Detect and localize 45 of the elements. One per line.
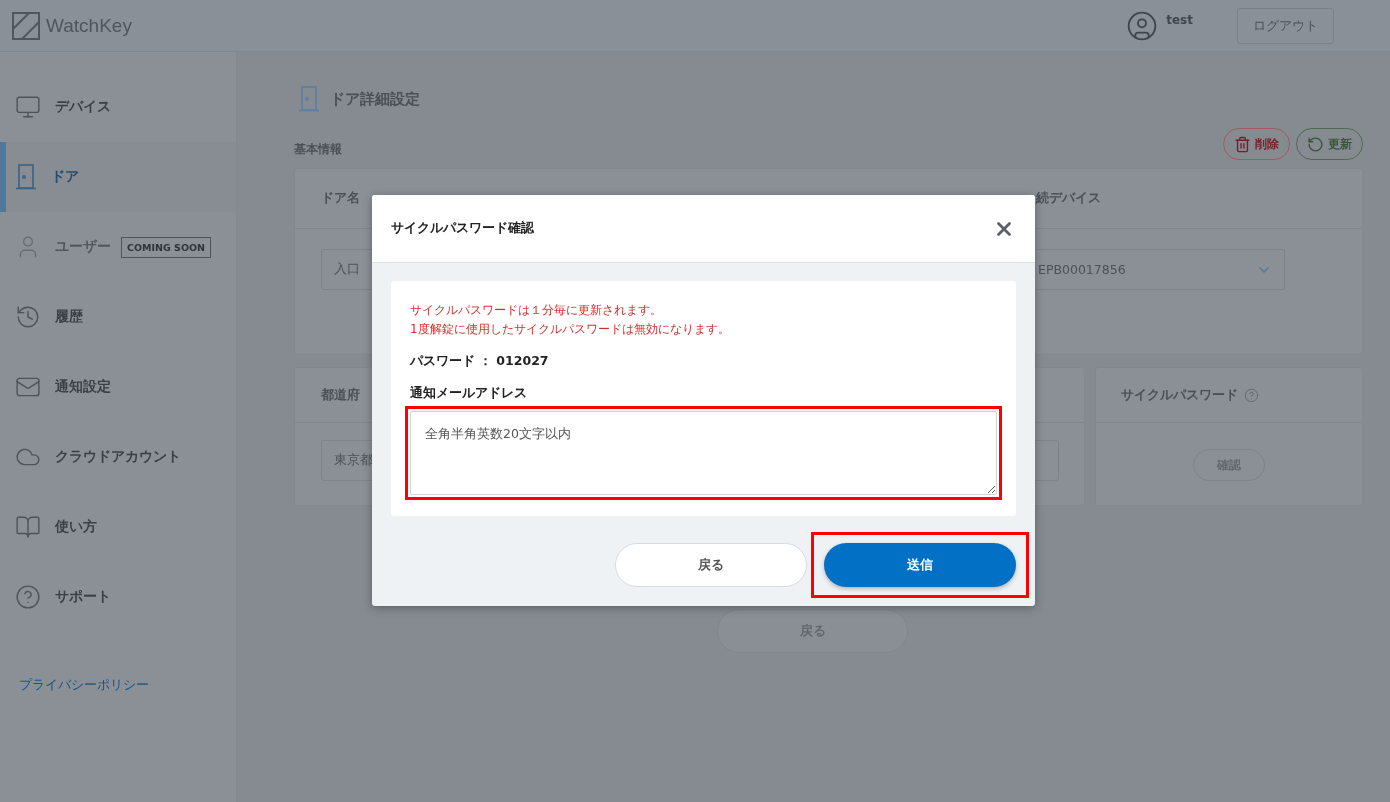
send-button[interactable]: 送信	[824, 543, 1016, 587]
sidebar-item[interactable]: サポート	[0, 562, 236, 632]
sidebar-item[interactable]: 履歴	[0, 282, 236, 352]
sidebar-label: クラウドアカウント	[55, 448, 181, 466]
page-title: ドア詳細設定	[330, 89, 420, 109]
book-icon	[15, 514, 41, 540]
door-icon	[15, 164, 37, 190]
trash-icon	[1234, 135, 1251, 153]
help-icon[interactable]	[1244, 387, 1259, 403]
field-label: サイクルパスワード	[1121, 386, 1238, 404]
coming-soon-badge: COMING SOON	[121, 236, 212, 258]
logo-icon	[12, 11, 40, 40]
sidebar-item[interactable]: 通知設定	[0, 352, 236, 422]
password-value: 012027	[496, 353, 549, 370]
sidebar-label: デバイス	[55, 98, 111, 116]
section-title: 基本情報	[294, 141, 343, 158]
field-label: ドア名	[320, 190, 360, 207]
avatar-icon[interactable]	[1126, 9, 1159, 42]
user-name: test	[1166, 12, 1193, 27]
notice-text: 1度解錠に使用したサイクルパスワードは無効になります。	[410, 321, 731, 338]
sidebar-item[interactable]: クラウドアカウント	[0, 422, 236, 492]
field-label: 続デバイス	[1036, 190, 1101, 207]
modal-title: サイクルパスワード確認	[391, 220, 534, 237]
field-label: 通知メールアドレス	[410, 385, 528, 402]
sidebar-item[interactable]: デバイス	[0, 72, 236, 142]
email-field[interactable]: 全角半角英数20文字以内	[410, 411, 997, 495]
notice-text: サイクルパスワードは１分毎に更新されます。	[410, 302, 663, 319]
password-label: パスワード ：	[410, 353, 493, 370]
monitor-icon	[15, 94, 41, 120]
sidebar-label: サポート	[55, 588, 111, 606]
select-field[interactable]: EPB00017856	[1036, 249, 1285, 290]
sidebar-label: ドア	[51, 168, 79, 186]
help-icon	[15, 584, 41, 610]
privacy-link[interactable]: プライバシーポリシー	[19, 676, 236, 694]
history-icon	[15, 304, 41, 330]
sidebar-item[interactable]: 使い方	[0, 492, 236, 562]
sidebar-label: ユーザー	[55, 238, 111, 256]
sidebar-label: 履歴	[55, 308, 83, 326]
sidebar-label: 通知設定	[55, 378, 111, 396]
sidebar-label: 使い方	[55, 518, 97, 536]
field-label: 都道府	[320, 386, 360, 404]
door-icon	[298, 86, 320, 112]
logo-text: WatchKey	[46, 14, 132, 37]
back-button[interactable]: 戻る	[615, 543, 807, 587]
refresh-icon	[1307, 135, 1324, 153]
